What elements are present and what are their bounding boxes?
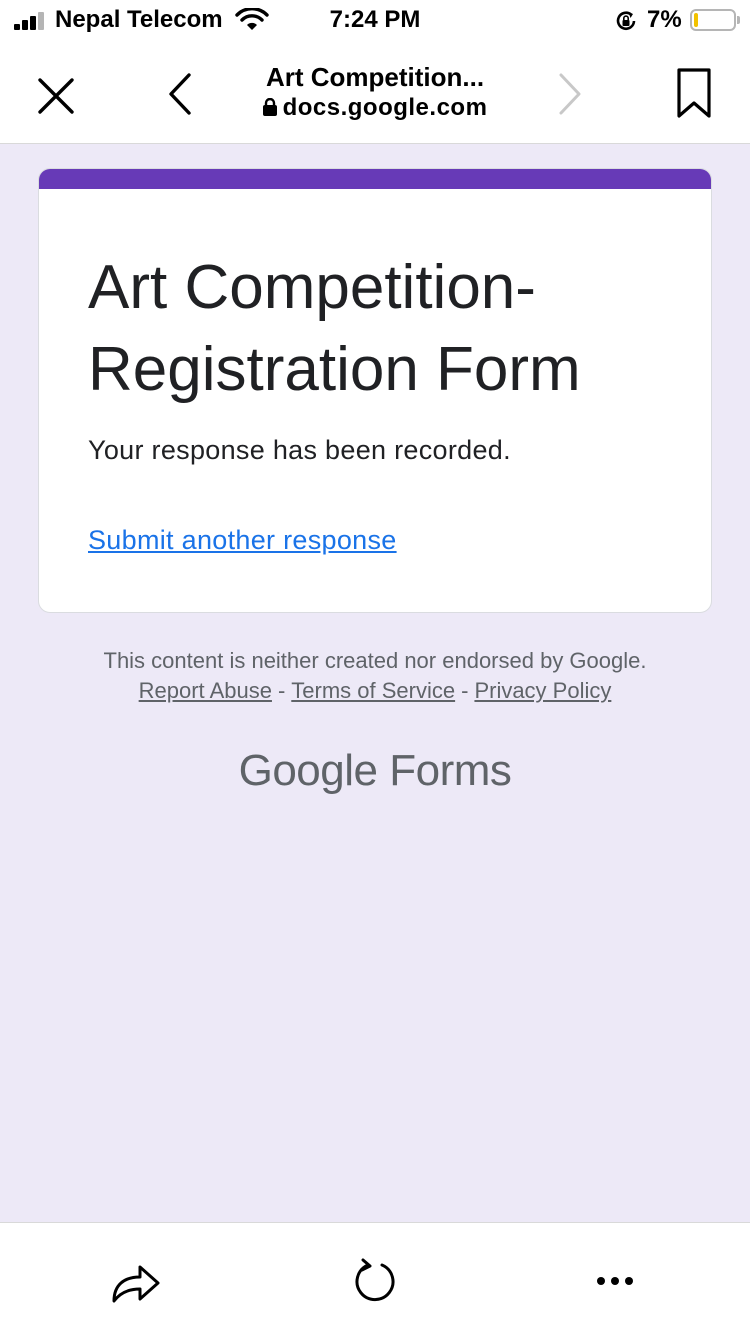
- confirmation-message: Your response has been recorded.: [88, 435, 511, 465]
- link-separator: -: [277, 678, 286, 703]
- url-text: docs.google.com: [282, 94, 488, 121]
- share-button[interactable]: [108, 1253, 164, 1309]
- footer-links: Report Abuse - Terms of Service - Privacy Po…: [0, 678, 750, 704]
- lock-icon: [262, 95, 277, 123]
- more-icon: [597, 1277, 633, 1285]
- forward-button[interactable]: [548, 68, 592, 120]
- card-accent-bar: [39, 169, 711, 189]
- share-icon: [112, 1265, 160, 1303]
- report-abuse-link[interactable]: Report Abuse: [139, 678, 272, 703]
- status-bar: Nepal Telecom 7:24 PM 7%: [0, 0, 750, 40]
- bookmark-icon: [677, 68, 711, 118]
- more-options-button[interactable]: [587, 1253, 643, 1309]
- brand-forms: Forms: [389, 746, 512, 795]
- form-page: Art Competition- Registration Form Your …: [0, 144, 750, 1222]
- browser-nav-bar: Art Competition... docs.google.com: [0, 40, 750, 144]
- form-title: Art Competition- Registration Form: [88, 253, 581, 404]
- close-button[interactable]: [30, 70, 82, 122]
- confirmation-card: Art Competition- Registration Form Your …: [38, 168, 712, 613]
- reload-button[interactable]: [347, 1253, 403, 1309]
- page-url: docs.google.com: [220, 94, 530, 123]
- privacy-policy-link[interactable]: Privacy Policy: [474, 678, 611, 703]
- battery-icon: [690, 9, 740, 31]
- close-icon: [38, 78, 74, 114]
- back-button[interactable]: [158, 68, 202, 120]
- reload-icon: [355, 1258, 395, 1302]
- battery-percentage: 7%: [647, 6, 682, 33]
- submit-another-response-link[interactable]: Submit another response: [88, 525, 397, 556]
- disclaimer-text: This content is neither created nor endo…: [103, 648, 647, 673]
- forward-icon: [559, 73, 581, 115]
- terms-of-service-link[interactable]: Terms of Service: [291, 678, 455, 703]
- page-title: Art Competition...: [265, 62, 485, 92]
- google-forms-logo[interactable]: Google Forms: [0, 746, 750, 796]
- link-separator: -: [461, 678, 469, 703]
- back-icon: [169, 73, 191, 115]
- brand-google: Google: [238, 746, 378, 795]
- bottom-toolbar: [0, 1222, 750, 1334]
- rotation-lock-icon: [614, 9, 638, 38]
- bookmark-button[interactable]: [670, 64, 718, 122]
